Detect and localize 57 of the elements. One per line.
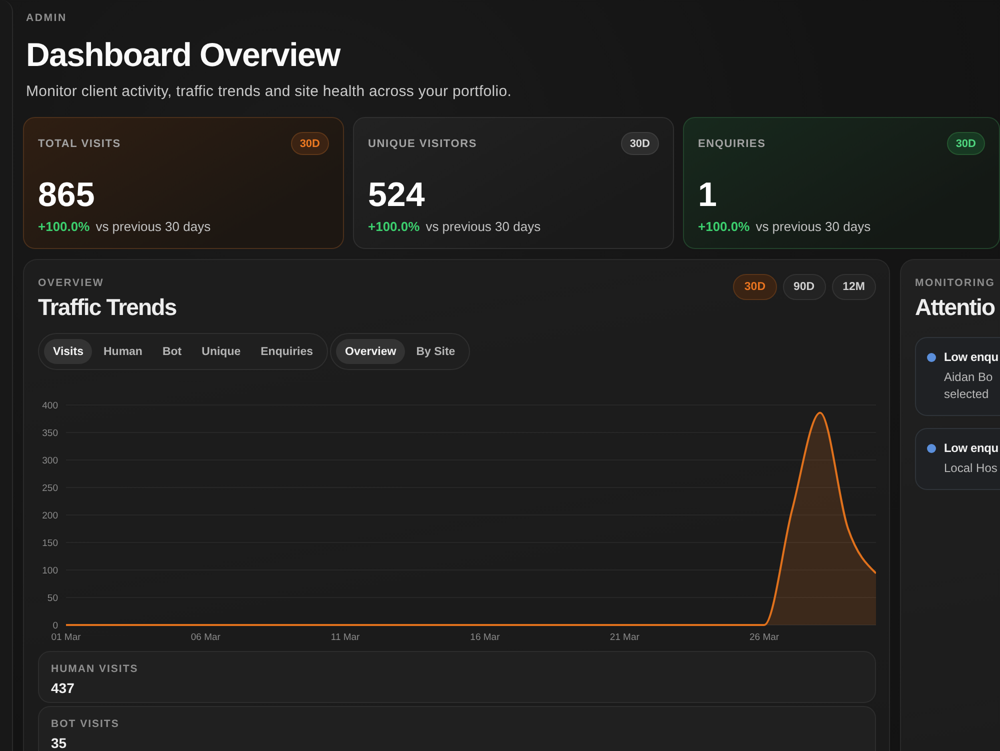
metric-tab[interactable]: Bot	[153, 339, 191, 364]
x-axis-label: 01 Mar	[51, 632, 81, 643]
metric-tab[interactable]: Enquiries	[252, 339, 322, 364]
range-button[interactable]: 90D	[782, 274, 826, 300]
section-title: Traffic Trends	[38, 293, 176, 321]
change-percent: +100.0%	[38, 219, 90, 235]
stat-value: 865	[38, 177, 95, 213]
page-title: Dashboard Overview	[26, 35, 340, 75]
y-axis-label: 150	[42, 538, 58, 549]
range-button[interactable]: 30D	[733, 274, 777, 300]
period-badge: 30D	[946, 132, 985, 155]
comparison-text: vs previous 30 days	[756, 219, 871, 235]
metric-value: 35	[51, 735, 67, 751]
page-subtitle: Monitor client activity, traffic trends and site health across your portfolio.	[26, 82, 512, 102]
metric-tab[interactable]: Unique	[192, 339, 250, 364]
y-axis-label: 0	[52, 620, 58, 632]
y-axis-label: 250	[42, 483, 58, 494]
alert-card[interactable]: Low enqu Local Hos	[915, 428, 1000, 490]
view-tab[interactable]: Overview	[336, 339, 406, 364]
alert-title: Low enqu	[944, 349, 998, 365]
stat-label: TOTAL VISITS	[38, 136, 121, 150]
view-tab[interactable]: By Site	[407, 339, 464, 364]
x-axis-label: 11 Mar	[330, 632, 360, 643]
metric-label: BOT VISITS	[51, 717, 120, 731]
alert-description: Local Hos	[944, 460, 998, 477]
comparison-text: vs previous 30 days	[96, 219, 211, 235]
y-axis-label: 200	[42, 510, 58, 522]
stat-value: 1	[698, 177, 717, 213]
section-eyebrow: MONITORING	[915, 277, 996, 290]
metric-value: 437	[51, 680, 74, 696]
comparison-text: vs previous 30 days	[426, 219, 541, 235]
period-badge: 30D	[290, 132, 329, 155]
y-axis-label: 100	[42, 566, 58, 576]
y-axis-label: 50	[47, 593, 58, 604]
y-axis-label: 400	[42, 400, 58, 412]
x-axis-label: 26 Mar	[749, 632, 780, 643]
x-axis-label: 06 Mar	[190, 632, 220, 643]
page-eyebrow: ADMIN	[26, 11, 67, 25]
metric-tab[interactable]: Visits	[44, 339, 92, 364]
change-percent: +100.0%	[698, 219, 750, 235]
section-title: Attentio	[915, 293, 995, 321]
stat-label: UNIQUE VISITORS	[368, 136, 477, 150]
x-axis-label: 21 Mar	[610, 632, 640, 643]
alert-title: Low enqu	[944, 440, 998, 456]
range-button[interactable]: 12M	[832, 274, 876, 300]
stat-value: 524	[368, 177, 425, 213]
alert-description: Aidan Bo selected	[944, 369, 993, 403]
change-percent: +100.0%	[368, 219, 420, 235]
y-axis-label: 350	[42, 428, 58, 439]
y-axis-label: 300	[42, 456, 58, 466]
period-badge: 30D	[620, 132, 659, 155]
section-eyebrow: OVERVIEW	[38, 277, 104, 290]
alert-card[interactable]: Low enqu Aidan Bo selected	[915, 337, 1000, 416]
metric-tab[interactable]: Human	[94, 339, 152, 364]
metric-label: HUMAN VISITS	[51, 662, 138, 676]
stat-label: ENQUIRIES	[698, 136, 766, 150]
x-axis-label: 16 Mar	[470, 632, 500, 643]
